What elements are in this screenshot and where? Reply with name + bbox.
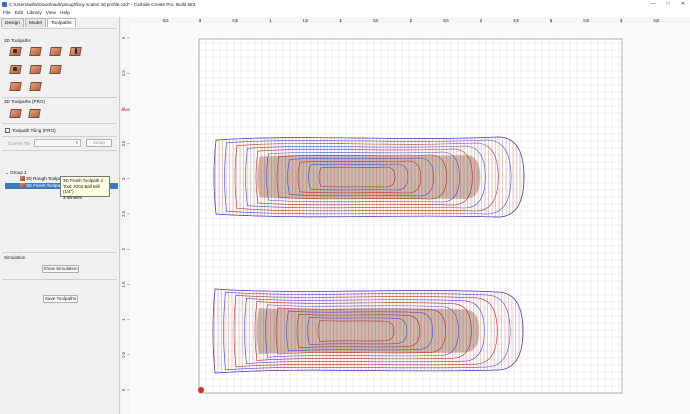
- advanced-vcarve-icon[interactable]: [29, 63, 42, 75]
- design-canvas[interactable]: -0.5 0 0.5 1 1.5 2 2.5 3 3.5 4 4.5 5 5.5 6 6.5 5 4.5 4 3.…: [121, 17, 690, 414]
- toolpath-icon: [20, 183, 25, 188]
- x-ruler-label: 5.5: [583, 18, 589, 23]
- divider: [2, 123, 117, 124]
- toolpath-tiling-label: Toolpath Tiling (PRO): [12, 128, 56, 133]
- tab-bar: Design Model Toolpaths: [1, 18, 77, 27]
- menu-library[interactable]: Library: [27, 11, 42, 16]
- x-ruler-label: 0.5: [232, 18, 238, 23]
- x-ruler-label: 1.5: [302, 18, 308, 23]
- x-ruler-label: -0.5: [161, 18, 169, 23]
- x-ruler-label: 3.5: [443, 18, 449, 23]
- save-toolpaths-button[interactable]: Save Toolpaths: [43, 295, 78, 303]
- finish-3d-toolpath-icon[interactable]: [28, 107, 41, 119]
- texture-toolpath-icon[interactable]: [49, 63, 62, 75]
- current-tile-label: Current Tile: [8, 141, 31, 146]
- simulation-heading: Simulation: [4, 255, 26, 260]
- toolpath-tooltip: 3D Finish Toolpath 4 Tool: #202 Ball Mil…: [60, 176, 110, 200]
- window-title: C:\Users\willa\Downloads\plough\boy scal…: [9, 2, 196, 7]
- divider: [2, 97, 117, 98]
- horizontal-ruler: [121, 17, 690, 23]
- adaptive-toolpath-icon[interactable]: [9, 63, 22, 75]
- tooltip-line: 3D Finish Toolpath 4: [63, 178, 103, 183]
- app-icon: [2, 2, 7, 7]
- chamfer-toolpath-icon[interactable]: [9, 80, 22, 92]
- tooltip-line: 3 minutes: [63, 194, 83, 200]
- divider: [2, 279, 117, 280]
- setup-button[interactable]: Setup: [86, 139, 112, 147]
- tooltip-line: Tool: #202 Ball Mill (1/4"): [63, 183, 100, 195]
- tab-toolpaths[interactable]: Toolpaths: [47, 18, 76, 27]
- x-ruler-label: 4.5: [513, 18, 519, 23]
- title-bar: C:\Users\willa\Downloads\plough\boy scal…: [0, 0, 690, 9]
- toolpaths-2d-heading: 2D Toolpaths: [4, 38, 31, 43]
- menu-view[interactable]: View: [46, 11, 56, 16]
- show-simulation-button[interactable]: Show Simulation: [42, 265, 79, 273]
- tree-group-label: Group 1: [10, 170, 27, 175]
- menu-bar: File Edit Library View Help: [0, 9, 690, 17]
- rough-3d-toolpath-icon[interactable]: [9, 107, 22, 119]
- engrave-toolpath-icon[interactable]: [29, 80, 42, 92]
- divider: [2, 252, 117, 253]
- y-ruler-label: 0.5: [121, 351, 126, 357]
- menu-edit[interactable]: Edit: [15, 11, 23, 16]
- toolpaths-3d-heading: 3D Toolpaths (PRO): [4, 99, 46, 104]
- left-panel: Design Model Toolpaths 2D Toolpaths 3D T…: [0, 17, 120, 414]
- y-ruler-label: 3.5: [121, 140, 126, 146]
- origin-marker: [198, 387, 204, 393]
- pocket-toolpath-icon[interactable]: [29, 45, 42, 57]
- x-ruler-label: 2.5: [373, 18, 379, 23]
- maximize-icon[interactable]: □: [661, 0, 675, 9]
- chevron-down-icon: ▾: [75, 140, 78, 145]
- divider: [2, 136, 117, 137]
- tab-model[interactable]: Model: [24, 18, 47, 27]
- y-ruler-label: 4.5: [121, 70, 126, 76]
- toolpath-icon: [20, 176, 25, 181]
- tab-design[interactable]: Design: [1, 18, 24, 27]
- vcarve-toolpath-icon[interactable]: [69, 45, 82, 57]
- divider: [2, 28, 117, 29]
- drill-toolpath-icon[interactable]: [49, 45, 62, 57]
- minimize-icon[interactable]: —: [646, 0, 660, 9]
- y-ruler-label: 2.5: [121, 210, 126, 216]
- contour-toolpath-icon[interactable]: [9, 45, 22, 57]
- toolpath-tiling-checkbox[interactable]: [5, 128, 10, 133]
- menu-help[interactable]: Help: [60, 11, 70, 16]
- y-ruler-label: 1.5: [121, 281, 126, 287]
- chevron-down-icon: ⌄: [5, 170, 9, 175]
- x-ruler-label: 6.5: [653, 18, 659, 23]
- menu-file[interactable]: File: [3, 11, 11, 16]
- current-tile-select[interactable]: ▾: [34, 139, 81, 147]
- x-ruler-labels: -0.5 0 0.5 1 1.5 2 2.5 3 3.5 4 4.5 5 5.5 6 6.5: [161, 18, 660, 23]
- close-icon[interactable]: ✕: [676, 0, 690, 9]
- divider: [2, 150, 117, 151]
